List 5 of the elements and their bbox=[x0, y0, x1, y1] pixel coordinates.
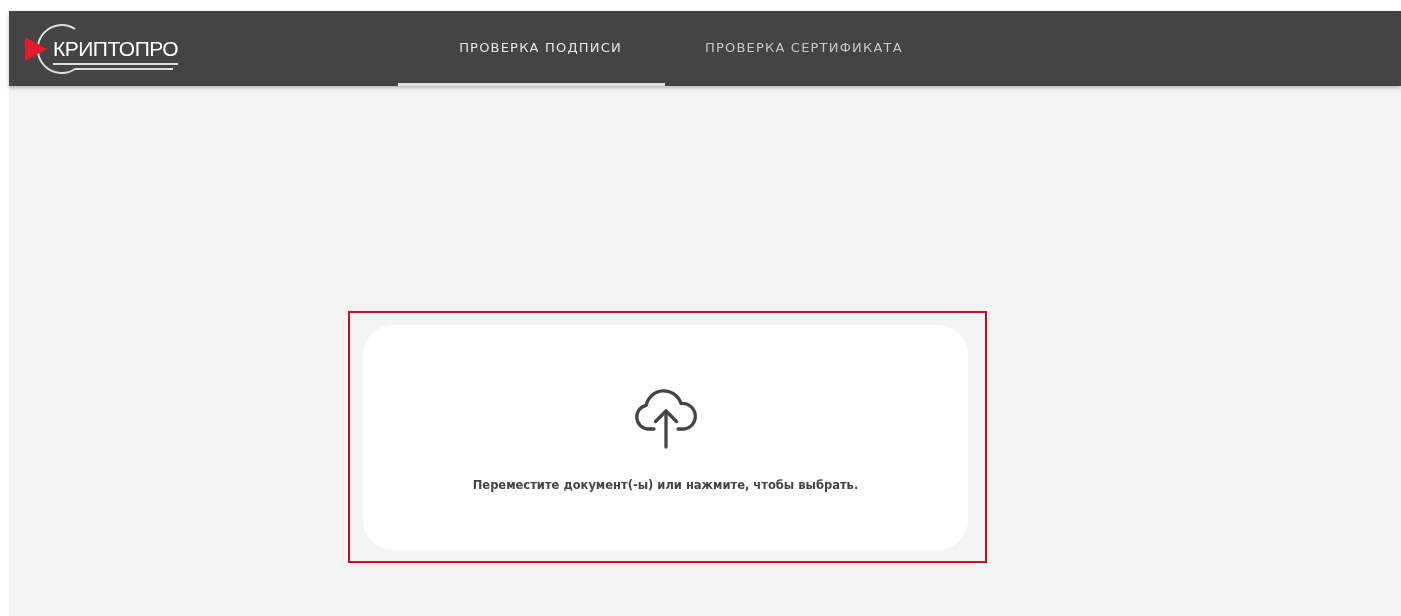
nav-tab[interactable]: ПРОВЕРКА СЕРТИФИКАТА bbox=[665, 11, 925, 86]
upload-dropzone[interactable]: Переместите документ(-ы) или нажмите, чтобы выбрать. bbox=[363, 325, 968, 550]
nav-tab[interactable]: ПРОВЕРКА ПОДПИСИ bbox=[398, 11, 665, 86]
upload-hint: Переместите документ(-ы) или нажмите, чтобы выбрать. bbox=[472, 476, 859, 492]
logo-text: КРИПТОПРО bbox=[53, 36, 179, 65]
